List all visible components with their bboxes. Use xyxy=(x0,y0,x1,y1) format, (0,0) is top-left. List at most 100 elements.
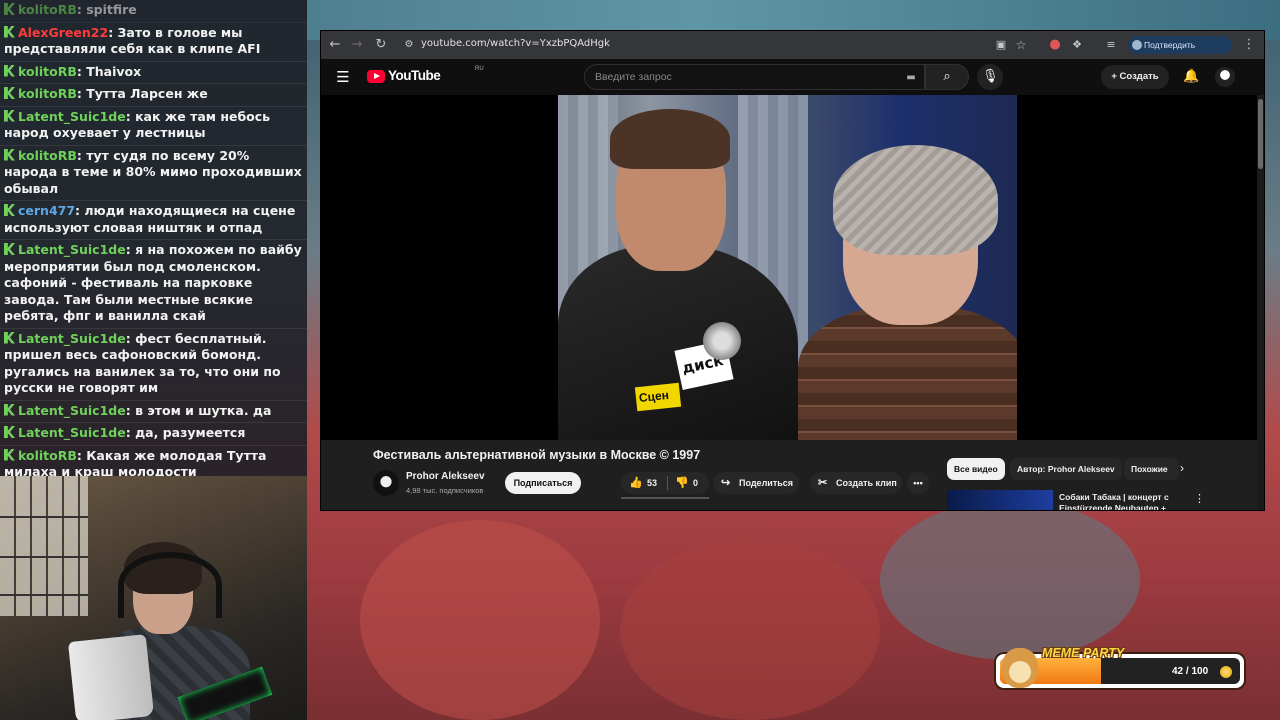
url-text[interactable]: youtube.com/watch?v=YxzbPQAdHgk xyxy=(421,38,610,49)
like-count[interactable]: 53 xyxy=(647,472,657,494)
menu-icon[interactable]: ⋮ xyxy=(1241,37,1257,53)
chat-text: Тутта Ларсен же xyxy=(86,86,208,101)
back-icon[interactable]: ← xyxy=(327,37,343,53)
hamburger-menu-icon[interactable]: ☰ xyxy=(335,69,351,85)
star-icon[interactable]: ☆ xyxy=(1013,37,1029,53)
account-avatar[interactable] xyxy=(1215,67,1235,87)
chat-username[interactable]: AlexGreen22 xyxy=(18,25,108,40)
chat-separator: : xyxy=(125,108,136,124)
streamer-webcam xyxy=(0,476,307,720)
chat-text: spitfire xyxy=(86,2,137,17)
meme-party-count: 42 / 100 xyxy=(1172,666,1209,677)
reload-icon[interactable]: ↻ xyxy=(373,37,389,53)
chat-username[interactable]: Latent_Suic1de xyxy=(18,331,126,346)
chat-separator: : xyxy=(76,2,87,17)
microphone-icon: 🎙 xyxy=(982,69,999,84)
poster-divider xyxy=(0,516,88,518)
create-button[interactable]: + Создать xyxy=(1101,65,1169,89)
page-scrollbar[interactable] xyxy=(1257,95,1264,510)
subscribe-button[interactable]: Подписаться xyxy=(505,472,581,494)
puzzle-icon[interactable]: ❖ xyxy=(1069,37,1085,53)
more-vert-icon[interactable]: ⋮ xyxy=(1194,492,1205,505)
more-actions-button[interactable]: ••• xyxy=(907,472,929,494)
doge-icon xyxy=(1002,648,1038,688)
user-badge-icon xyxy=(4,331,15,344)
chat-message: kolitoRB: spitfire xyxy=(0,0,307,23)
user-badge-icon xyxy=(4,403,15,416)
user-badge-icon xyxy=(4,448,15,461)
background-blob xyxy=(880,500,1140,660)
video-player[interactable]: диск Сцен xyxy=(321,95,1257,440)
user-badge-icon xyxy=(4,243,15,255)
cast-icon[interactable]: ▣ xyxy=(993,37,1009,53)
media-icon[interactable]: ≡ xyxy=(1103,37,1119,53)
cup xyxy=(67,634,155,720)
chip-similar[interactable]: Похожие xyxy=(1124,458,1179,480)
keyboard-icon[interactable]: ▬ xyxy=(903,70,919,86)
search-input[interactable]: Введите запрос ▬ xyxy=(584,64,925,90)
user-badge-icon xyxy=(4,204,15,216)
address-bar[interactable]: ⚙ youtube.com/watch?v=YxzbPQAdHgk xyxy=(395,35,1075,55)
chip-author[interactable]: Автор: Prohor Alekseev xyxy=(1010,458,1122,480)
chat-username[interactable]: kolitoRB xyxy=(18,2,77,17)
chat-text: в этом и шутка. да xyxy=(135,402,272,418)
sticker-text: Сцен xyxy=(638,387,670,405)
chat-separator: : xyxy=(108,24,118,40)
share-button[interactable]: ↪ Поделиться xyxy=(713,472,799,494)
video-title: Фестиваль альтернативной музыки в Москве… xyxy=(373,448,701,462)
forward-icon[interactable]: → xyxy=(349,37,365,53)
chip-all-videos[interactable]: Все видео xyxy=(947,458,1005,480)
chat-username[interactable]: kolitoRB xyxy=(18,148,77,163)
stream-chat[interactable]: kolitoRB: spitfire AlexGreen22: Зато в го… xyxy=(0,0,307,476)
dislike-count[interactable]: 0 xyxy=(693,472,698,494)
user-badge-icon xyxy=(4,25,15,38)
channel-avatar[interactable] xyxy=(373,470,399,496)
chat-message: cern477: люди находящиеся на сцене испол… xyxy=(0,201,307,240)
chat-separator: : xyxy=(125,425,136,440)
share-label: Поделиться xyxy=(739,478,794,488)
chat-username[interactable]: kolitoRB xyxy=(18,86,77,101)
scrollbar-thumb[interactable] xyxy=(1258,99,1263,169)
poster-divider xyxy=(0,594,88,596)
chat-separator: : xyxy=(125,242,136,257)
notifications-bell-icon[interactable]: 🔔 xyxy=(1181,67,1201,87)
chat-username[interactable]: cern477 xyxy=(18,203,75,218)
chat-separator: : xyxy=(76,147,87,163)
browser-toolbar: ← → ↻ ⚙ youtube.com/watch?v=YxzbPQAdHgk … xyxy=(321,31,1264,68)
chat-message: Latent_Suic1de: я на похожем по вайбу ме… xyxy=(0,240,307,329)
chat-username[interactable]: Latent_Suic1de xyxy=(18,242,126,257)
divider xyxy=(667,476,668,490)
user-badge-icon xyxy=(4,87,15,99)
chat-message: kolitoRB: Тутта Ларсен же xyxy=(0,84,307,107)
recommended-title[interactable]: Собаки Табака | концерт с Einstürzende N… xyxy=(1059,492,1179,510)
chat-username[interactable]: Latent_Suic1de xyxy=(18,425,126,440)
chat-username[interactable]: kolitoRB xyxy=(18,64,77,79)
recommended-thumbnail[interactable] xyxy=(947,490,1053,510)
verify-identity-button[interactable]: Подтвердить личность xyxy=(1128,36,1232,68)
search-button[interactable]: ⌕ xyxy=(925,64,969,90)
clip-label: Создать клип xyxy=(836,478,897,488)
extension-icon[interactable]: ● xyxy=(1047,37,1063,53)
meme-party-title: MEME PARTY xyxy=(1042,646,1125,660)
thumbs-down-icon[interactable]: 👎 xyxy=(675,476,689,490)
chat-username[interactable]: kolitoRB xyxy=(18,448,77,463)
interviewer-body xyxy=(798,305,1017,440)
chat-separator: : xyxy=(76,86,87,101)
chat-username[interactable]: Latent_Suic1de xyxy=(18,403,126,418)
poster-divider xyxy=(0,556,88,558)
share-icon: ↪ xyxy=(721,477,731,489)
create-clip-button[interactable]: ✂ Создать клип xyxy=(810,472,902,494)
channel-name[interactable]: Prohor Alekseev xyxy=(406,471,485,482)
chat-username[interactable]: Latent_Suic1de xyxy=(18,109,126,124)
youtube-header: ☰ YouTube RU Введите запрос ▬ ⌕ 🎙 + Созд… xyxy=(321,59,1264,95)
site-info-icon[interactable]: ⚙ xyxy=(401,37,417,53)
chevron-right-icon[interactable]: › xyxy=(1180,461,1184,475)
subscriber-count: 4,98 тыс. подписчиков xyxy=(406,486,484,495)
thumbs-up-icon[interactable]: 👍 xyxy=(629,476,643,490)
background-blob xyxy=(620,540,880,720)
knit-hat xyxy=(833,145,998,255)
interviewee-hair xyxy=(610,109,730,169)
voice-search-button[interactable]: 🎙 xyxy=(977,64,1003,90)
chat-message: kolitoRB: Какая же молодая Тутта милаха … xyxy=(0,446,307,476)
video-frame[interactable]: диск Сцен xyxy=(558,95,1017,440)
